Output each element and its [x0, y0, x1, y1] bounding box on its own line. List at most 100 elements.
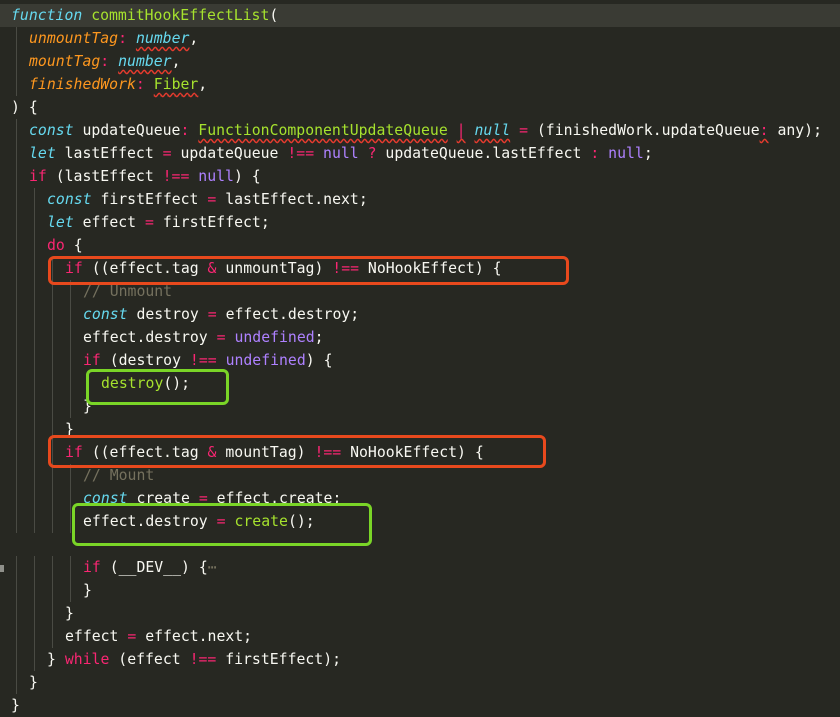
code-line[interactable]: effect.destroy = undefined;: [11, 326, 840, 349]
code-token: ) {: [11, 99, 38, 116]
code-area[interactable]: function commitHookEffectList(unmountTag…: [11, 4, 840, 717]
code-line[interactable]: effect = effect.next;: [11, 625, 840, 648]
indent-guide: [16, 372, 17, 395]
indent-guide: [16, 27, 17, 50]
code-token: updateQueue: [171, 145, 288, 162]
code-token: lastEffect: [55, 145, 163, 162]
indent-guide: [34, 556, 35, 579]
indent-guide: [34, 211, 35, 234]
code-line[interactable]: if (__DEV__) {⋯: [11, 556, 840, 579]
indent-guide: [16, 579, 17, 602]
indent-guide: [70, 579, 71, 602]
code-line[interactable]: const firstEffect = lastEffect.next;: [11, 188, 840, 211]
code-token: =: [162, 145, 172, 162]
indent-guide: [52, 579, 53, 602]
indent-guide: [70, 303, 71, 326]
indent-guide: [16, 349, 17, 372]
indent-guide: [34, 234, 35, 257]
destroy-call-highlight: [86, 369, 229, 405]
code-token: }: [47, 651, 65, 668]
code-token: (lastEffect: [46, 168, 163, 185]
indent-guide: [34, 418, 35, 441]
code-line[interactable]: }: [11, 671, 840, 694]
indent-guide: [16, 625, 17, 648]
code-token: ,: [198, 76, 208, 93]
code-token: if: [29, 168, 47, 185]
code-token: firstEffect: [91, 191, 208, 208]
code-line[interactable]: mountTag: number,: [11, 50, 840, 73]
code-line[interactable]: } while (effect !== firstEffect);: [11, 648, 840, 671]
code-line[interactable]: const destroy = effect.destroy;: [11, 303, 840, 326]
code-token: effect.next;: [136, 628, 253, 645]
indent-guide: [16, 142, 17, 165]
code-token: ;: [643, 145, 653, 162]
code-token: (__DEV__) {: [100, 559, 208, 576]
code-token: }: [11, 697, 20, 714]
fold-gutter-marker[interactable]: [0, 565, 4, 572]
indent-guide: [34, 510, 35, 533]
indent-guide: [34, 579, 35, 602]
code-token: if: [83, 352, 101, 369]
code-line[interactable]: }: [11, 579, 840, 602]
indent-guide: [16, 257, 17, 280]
code-token: firstEffect);: [216, 651, 342, 668]
code-line[interactable]: function commitHookEffectList(: [11, 4, 840, 27]
code-token: const: [47, 191, 92, 208]
code-token: :: [135, 76, 145, 93]
indent-guide: [16, 211, 17, 234]
indent-guide: [34, 326, 35, 349]
indent-guide: [34, 395, 35, 418]
indent-guide: [52, 395, 53, 418]
indent-guide: [70, 487, 71, 510]
indent-guide: [52, 487, 53, 510]
code-line[interactable]: const updateQueue: FunctionComponentUpda…: [11, 119, 840, 142]
code-token: firstEffect;: [153, 214, 270, 231]
code-line[interactable]: }: [11, 694, 840, 717]
indent-guide: [34, 625, 35, 648]
code-token: // Mount: [83, 467, 155, 484]
code-token: {: [64, 237, 83, 254]
code-token: null: [608, 145, 644, 162]
indent-guide: [52, 510, 53, 533]
indent-guide: [70, 395, 71, 418]
code-token: function: [11, 7, 83, 24]
code-token: // Unmount: [83, 283, 173, 300]
code-line[interactable]: ) {: [11, 96, 840, 119]
code-token: FunctionComponentUpdateQueue: [198, 122, 448, 139]
code-token: :: [100, 53, 110, 70]
code-token: unmountTag: [29, 30, 119, 47]
code-token: }: [83, 582, 92, 599]
code-token: commitHookEffectList: [91, 7, 270, 24]
indent-guide: [16, 303, 17, 326]
code-line[interactable]: let lastEffect = updateQueue !== null ? …: [11, 142, 840, 165]
code-line[interactable]: let effect = firstEffect;: [11, 211, 840, 234]
indent-guide: [16, 326, 17, 349]
code-line[interactable]: if (lastEffect !== null) {: [11, 165, 840, 188]
code-token: =: [207, 306, 217, 323]
code-token: null: [323, 145, 359, 162]
code-line[interactable]: finishedWork: Fiber,: [11, 73, 840, 96]
indent-guide: [52, 372, 53, 395]
code-token: finishedWork: [29, 76, 136, 93]
code-token: updateQueue: [73, 122, 181, 139]
code-token: =: [145, 214, 154, 231]
code-token: undefined: [225, 352, 306, 369]
code-line[interactable]: }: [11, 602, 840, 625]
indent-guide: [52, 326, 53, 349]
code-token: undefined: [234, 329, 315, 346]
indent-guide: [52, 556, 53, 579]
code-token: mountTag: [29, 53, 101, 70]
code-editor[interactable]: function commitHookEffectList(unmountTag…: [0, 0, 840, 717]
indent-guide: [16, 556, 17, 579]
code-line[interactable]: do {: [11, 234, 840, 257]
code-token: }: [29, 674, 38, 691]
code-line[interactable]: unmountTag: number,: [11, 27, 840, 50]
code-token: effect.destroy;: [216, 306, 360, 323]
code-token: :: [590, 145, 600, 162]
